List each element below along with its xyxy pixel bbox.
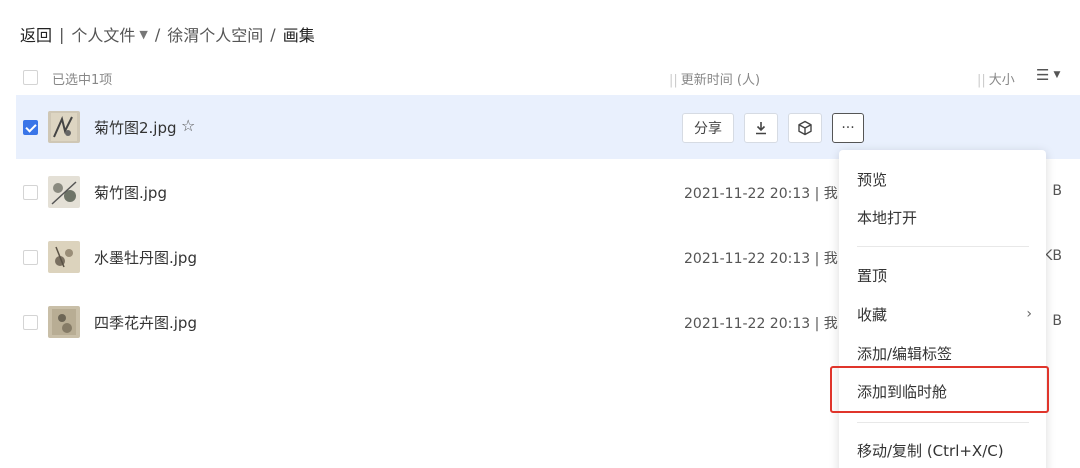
list-view-icon: ☰ <box>1036 66 1050 84</box>
breadcrumb-root[interactable]: 个人文件 <box>71 22 135 46</box>
row-checkbox[interactable] <box>23 315 38 330</box>
file-size: B <box>1052 183 1062 199</box>
cube-button[interactable] <box>788 113 822 143</box>
menu-divider <box>857 246 1029 247</box>
breadcrumb-divider: | <box>59 24 65 44</box>
menu-item-label: 收藏 <box>857 305 888 324</box>
file-name[interactable]: 菊竹图2.jpg <box>94 117 177 138</box>
file-name[interactable]: 四季花卉图.jpg <box>94 312 197 333</box>
caret-down-icon[interactable]: ▼ <box>139 28 147 41</box>
file-name[interactable]: 水墨牡丹图.jpg <box>94 247 197 268</box>
row-checkbox[interactable] <box>23 120 38 135</box>
menu-item-move-copy[interactable]: 移动/复制 (Ctrl+X/C) <box>857 438 1032 462</box>
file-update-time: 2021-11-22 20:13 | 我 <box>684 251 838 267</box>
breadcrumb-separator: / <box>270 24 276 44</box>
star-icon[interactable]: ☆ <box>181 116 195 135</box>
menu-item-edit-tags[interactable]: 添加/编辑标签 <box>857 341 1032 365</box>
menu-divider <box>857 422 1029 423</box>
chevron-right-icon: › <box>1026 306 1032 322</box>
download-button[interactable] <box>744 113 778 143</box>
select-all-checkbox[interactable] <box>23 70 38 85</box>
context-menu: 预览 本地打开 置顶 收藏 › 添加/编辑标签 添加到临时舱 移动/复制 (Ct… <box>830 150 1049 468</box>
file-list-header: 已选中1项 || 更新时间 (人) || 大小 ☰ ▼ <box>0 62 1080 92</box>
menu-item-favorite[interactable]: 收藏 › <box>857 302 1032 326</box>
more-button[interactable]: ··· <box>832 113 864 143</box>
row-checkbox[interactable] <box>23 185 38 200</box>
file-name[interactable]: 菊竹图.jpg <box>94 182 167 203</box>
breadcrumb-current: 画集 <box>282 26 315 45</box>
file-update-time: 2021-11-22 20:13 | 我 <box>684 316 838 332</box>
menu-item-add-to-temp[interactable]: 添加到临时舱 <box>857 379 1032 403</box>
breadcrumb-separator: / <box>154 24 161 44</box>
chevron-down-icon: ▼ <box>1053 70 1061 80</box>
image-thumbnail <box>48 241 80 273</box>
image-thumbnail <box>48 111 80 143</box>
selected-count: 已选中1项 <box>52 73 113 88</box>
image-thumbnail <box>48 176 80 208</box>
menu-item-pin[interactable]: 置顶 <box>857 263 1032 287</box>
row-checkbox[interactable] <box>23 250 38 265</box>
menu-item-open-local[interactable]: 本地打开 <box>857 205 1032 229</box>
row-actions: 分享 ··· <box>682 113 864 143</box>
view-mode-toggle[interactable]: ☰ ▼ <box>1036 66 1060 84</box>
breadcrumb: 返回 | 个人文件 ▼ / 徐渭个人空间 / 画集 <box>20 22 315 46</box>
download-icon <box>756 122 766 135</box>
breadcrumb-space[interactable]: 徐渭个人空间 <box>167 22 263 46</box>
column-header-time[interactable]: || 更新时间 (人) <box>669 69 760 88</box>
file-size: KB <box>1043 248 1062 264</box>
file-update-time: 2021-11-22 20:13 | 我 <box>684 186 838 202</box>
menu-item-preview[interactable]: 预览 <box>857 167 1032 191</box>
image-thumbnail <box>48 306 80 338</box>
cube-icon <box>798 120 812 136</box>
column-header-size[interactable]: || 大小 <box>977 69 1015 88</box>
share-button[interactable]: 分享 <box>682 113 734 143</box>
file-size: B <box>1052 313 1062 329</box>
back-link[interactable]: 返回 <box>20 22 52 46</box>
